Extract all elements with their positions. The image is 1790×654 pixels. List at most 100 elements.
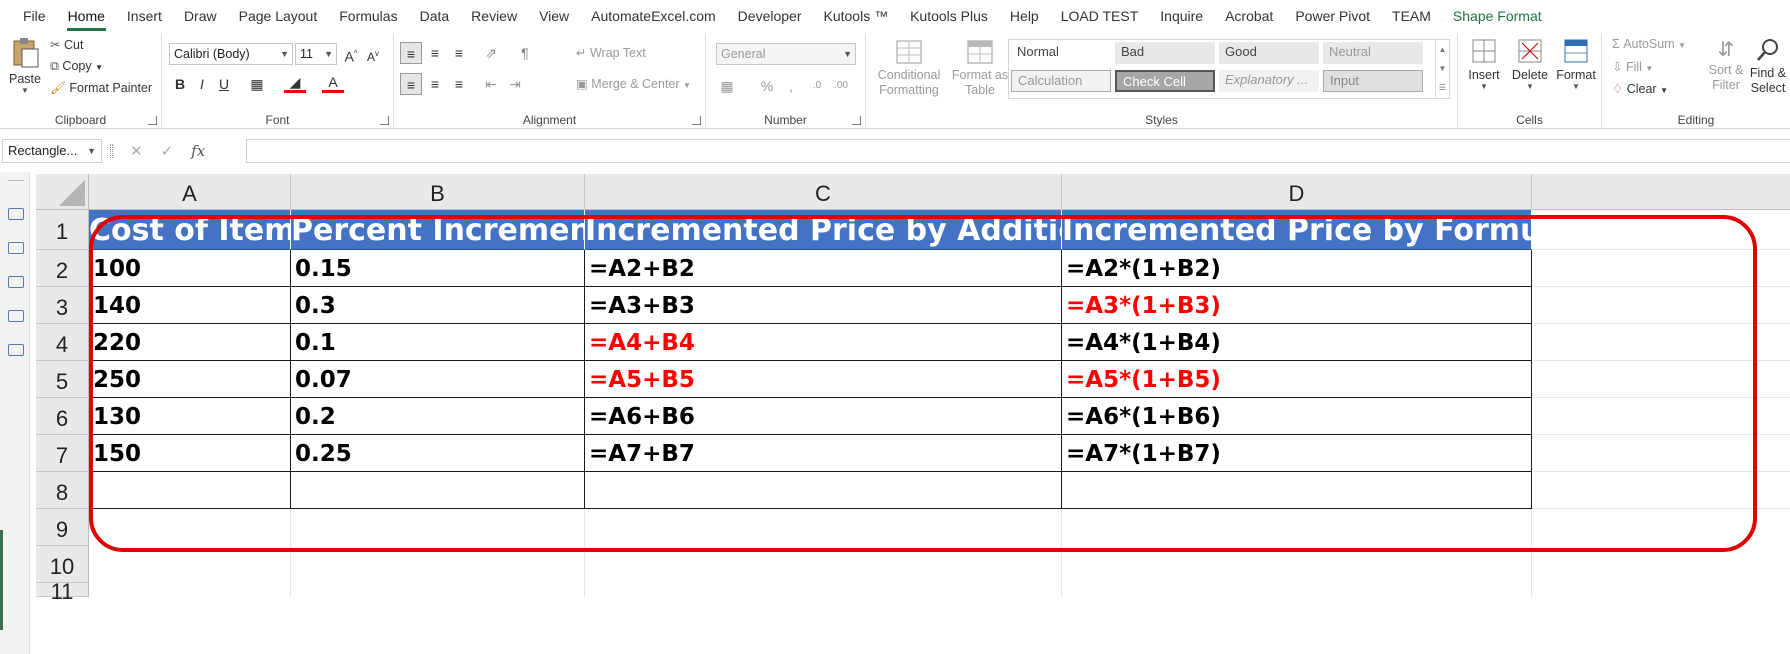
clear-button[interactable]: ♢ Clear ▼	[1612, 81, 1668, 96]
pane-icon[interactable]	[8, 242, 24, 254]
tab-load-test[interactable]: LOAD TEST	[1050, 0, 1150, 33]
cell-a4[interactable]: 220	[89, 324, 291, 361]
tab-view[interactable]: View	[528, 0, 580, 33]
cancel-icon[interactable]: ✕	[130, 142, 143, 160]
tab-insert[interactable]: Insert	[116, 0, 173, 33]
row-header-7[interactable]: 7	[36, 435, 89, 472]
cell-b9[interactable]	[291, 509, 585, 546]
cell-b5[interactable]: 0.07	[291, 361, 585, 398]
cell-d7[interactable]: =A7*(1+B7)	[1062, 435, 1532, 472]
cell-a3[interactable]: 140	[89, 287, 291, 324]
tab-acrobat[interactable]: Acrobat	[1214, 0, 1284, 33]
clipboard-launcher-icon[interactable]	[148, 116, 157, 125]
cell-c2[interactable]: =A2+B2	[585, 250, 1062, 287]
increase-decimal-icon[interactable]: .0	[806, 75, 828, 97]
gallery-scroll[interactable]: ▲ ▼ ☰	[1435, 40, 1449, 98]
cell-c4[interactable]: =A4+B4	[585, 324, 1062, 361]
increase-font-icon[interactable]: A^	[340, 43, 362, 65]
font-size-select[interactable]: 11 ▼	[295, 43, 337, 65]
enter-icon[interactable]: ✓	[161, 142, 174, 160]
tab-home[interactable]: Home	[57, 0, 116, 33]
autosum-button[interactable]: Σ AutoSum ▼	[1612, 37, 1686, 51]
cell-b6[interactable]: 0.2	[291, 398, 585, 435]
align-center-icon[interactable]: ≡	[424, 73, 446, 95]
tab-inquire[interactable]: Inquire	[1149, 0, 1214, 33]
cell-a5[interactable]: 250	[89, 361, 291, 398]
align-bottom-icon[interactable]: ≡	[448, 42, 470, 64]
tab-data[interactable]: Data	[409, 0, 461, 33]
tab-developer[interactable]: Developer	[727, 0, 813, 33]
cell-b8[interactable]	[291, 472, 585, 509]
insert-cells-button[interactable]: Insert ▼	[1464, 37, 1504, 91]
decrease-indent-icon[interactable]: ⇤	[480, 73, 502, 95]
fill-button[interactable]: ⇩ Fill ▼	[1612, 59, 1653, 74]
row-header-2[interactable]: 2	[36, 250, 89, 287]
fill-color-icon[interactable]: ◢	[284, 73, 306, 93]
accounting-icon[interactable]: ▦	[716, 75, 738, 97]
insert-function-icon[interactable]: fx	[191, 142, 205, 160]
style-neutral[interactable]: Neutral	[1323, 42, 1423, 64]
formula-bar-grip[interactable]	[110, 144, 113, 158]
cell-c11[interactable]	[585, 583, 1062, 597]
style-bad[interactable]: Bad	[1115, 42, 1215, 64]
pane-icon[interactable]	[8, 310, 24, 322]
find-select-button[interactable]: Find & Select	[1748, 37, 1788, 96]
cell-b2[interactable]: 0.15	[291, 250, 585, 287]
cell-b11[interactable]	[291, 583, 585, 597]
tab-review[interactable]: Review	[460, 0, 528, 33]
pane-icon[interactable]	[8, 344, 24, 356]
style-check-cell[interactable]: Check Cell	[1115, 70, 1215, 92]
tab-formulas[interactable]: Formulas	[328, 0, 408, 33]
select-all-corner[interactable]	[36, 174, 89, 210]
row-header-6[interactable]: 6	[36, 398, 89, 435]
formula-input[interactable]	[246, 139, 1790, 163]
style-calculation[interactable]: Calculation	[1011, 70, 1111, 92]
sort-filter-button[interactable]: ⇵ Sort & Filter	[1706, 37, 1746, 93]
tab-file[interactable]: File	[12, 0, 57, 33]
cell-c10[interactable]	[585, 546, 1062, 583]
paste-button[interactable]: Paste ▼	[6, 37, 44, 99]
tab-kutools-plus[interactable]: Kutools Plus	[899, 0, 999, 33]
format-as-table-button[interactable]: Format as Table	[950, 39, 1010, 98]
header-cell-c1[interactable]: Incremented Price by Addition	[585, 210, 1062, 250]
orientation-icon[interactable]: ⇗	[480, 42, 502, 64]
cell-c9[interactable]	[585, 509, 1062, 546]
cell-a9[interactable]	[89, 509, 291, 546]
header-cell-a1[interactable]: Cost of Items	[89, 210, 291, 250]
format-cells-button[interactable]: Format ▼	[1554, 37, 1598, 91]
header-cell-b1[interactable]: Percent Increment	[291, 210, 585, 250]
font-launcher-icon[interactable]	[380, 116, 389, 125]
tab-team[interactable]: TEAM	[1381, 0, 1442, 33]
cell-d5[interactable]: =A5*(1+B5)	[1062, 361, 1532, 398]
column-header-d[interactable]: D	[1062, 174, 1532, 210]
row-header-10[interactable]: 10	[36, 546, 89, 583]
number-format-select[interactable]: General ▼	[716, 43, 856, 65]
row-header-11[interactable]: 11	[36, 581, 89, 603]
cell-d4[interactable]: =A4*(1+B4)	[1062, 324, 1532, 361]
row-header-8[interactable]: 8	[36, 472, 89, 509]
cell-c8[interactable]	[585, 472, 1062, 509]
row-header-3[interactable]: 3	[36, 287, 89, 324]
align-top-icon[interactable]: ≡	[400, 42, 422, 64]
style-input[interactable]: Input	[1323, 70, 1423, 92]
text-direction-icon[interactable]: ¶	[514, 42, 536, 64]
style-explanatory[interactable]: Explanatory ...	[1219, 70, 1319, 92]
tab-shape-format[interactable]: Shape Format	[1442, 0, 1553, 33]
align-right-icon[interactable]: ≡	[448, 73, 470, 95]
cell-a8[interactable]	[89, 472, 291, 509]
underline-icon[interactable]: U	[213, 73, 235, 95]
pane-icon[interactable]	[8, 208, 24, 220]
number-launcher-icon[interactable]	[852, 116, 861, 125]
bold-icon[interactable]: B	[169, 73, 191, 95]
cell-a6[interactable]: 130	[89, 398, 291, 435]
tab-help[interactable]: Help	[999, 0, 1050, 33]
alignment-launcher-icon[interactable]	[692, 116, 701, 125]
row-header-9[interactable]: 9	[36, 509, 89, 546]
cell-a7[interactable]: 150	[89, 435, 291, 472]
cell-d10[interactable]	[1062, 546, 1532, 583]
column-header-a[interactable]: A	[89, 174, 291, 210]
cell-d3[interactable]: =A3*(1+B3)	[1062, 287, 1532, 324]
delete-cells-button[interactable]: Delete ▼	[1508, 37, 1552, 91]
increase-indent-icon[interactable]: ⇥	[504, 73, 526, 95]
tab-draw[interactable]: Draw	[173, 0, 228, 33]
